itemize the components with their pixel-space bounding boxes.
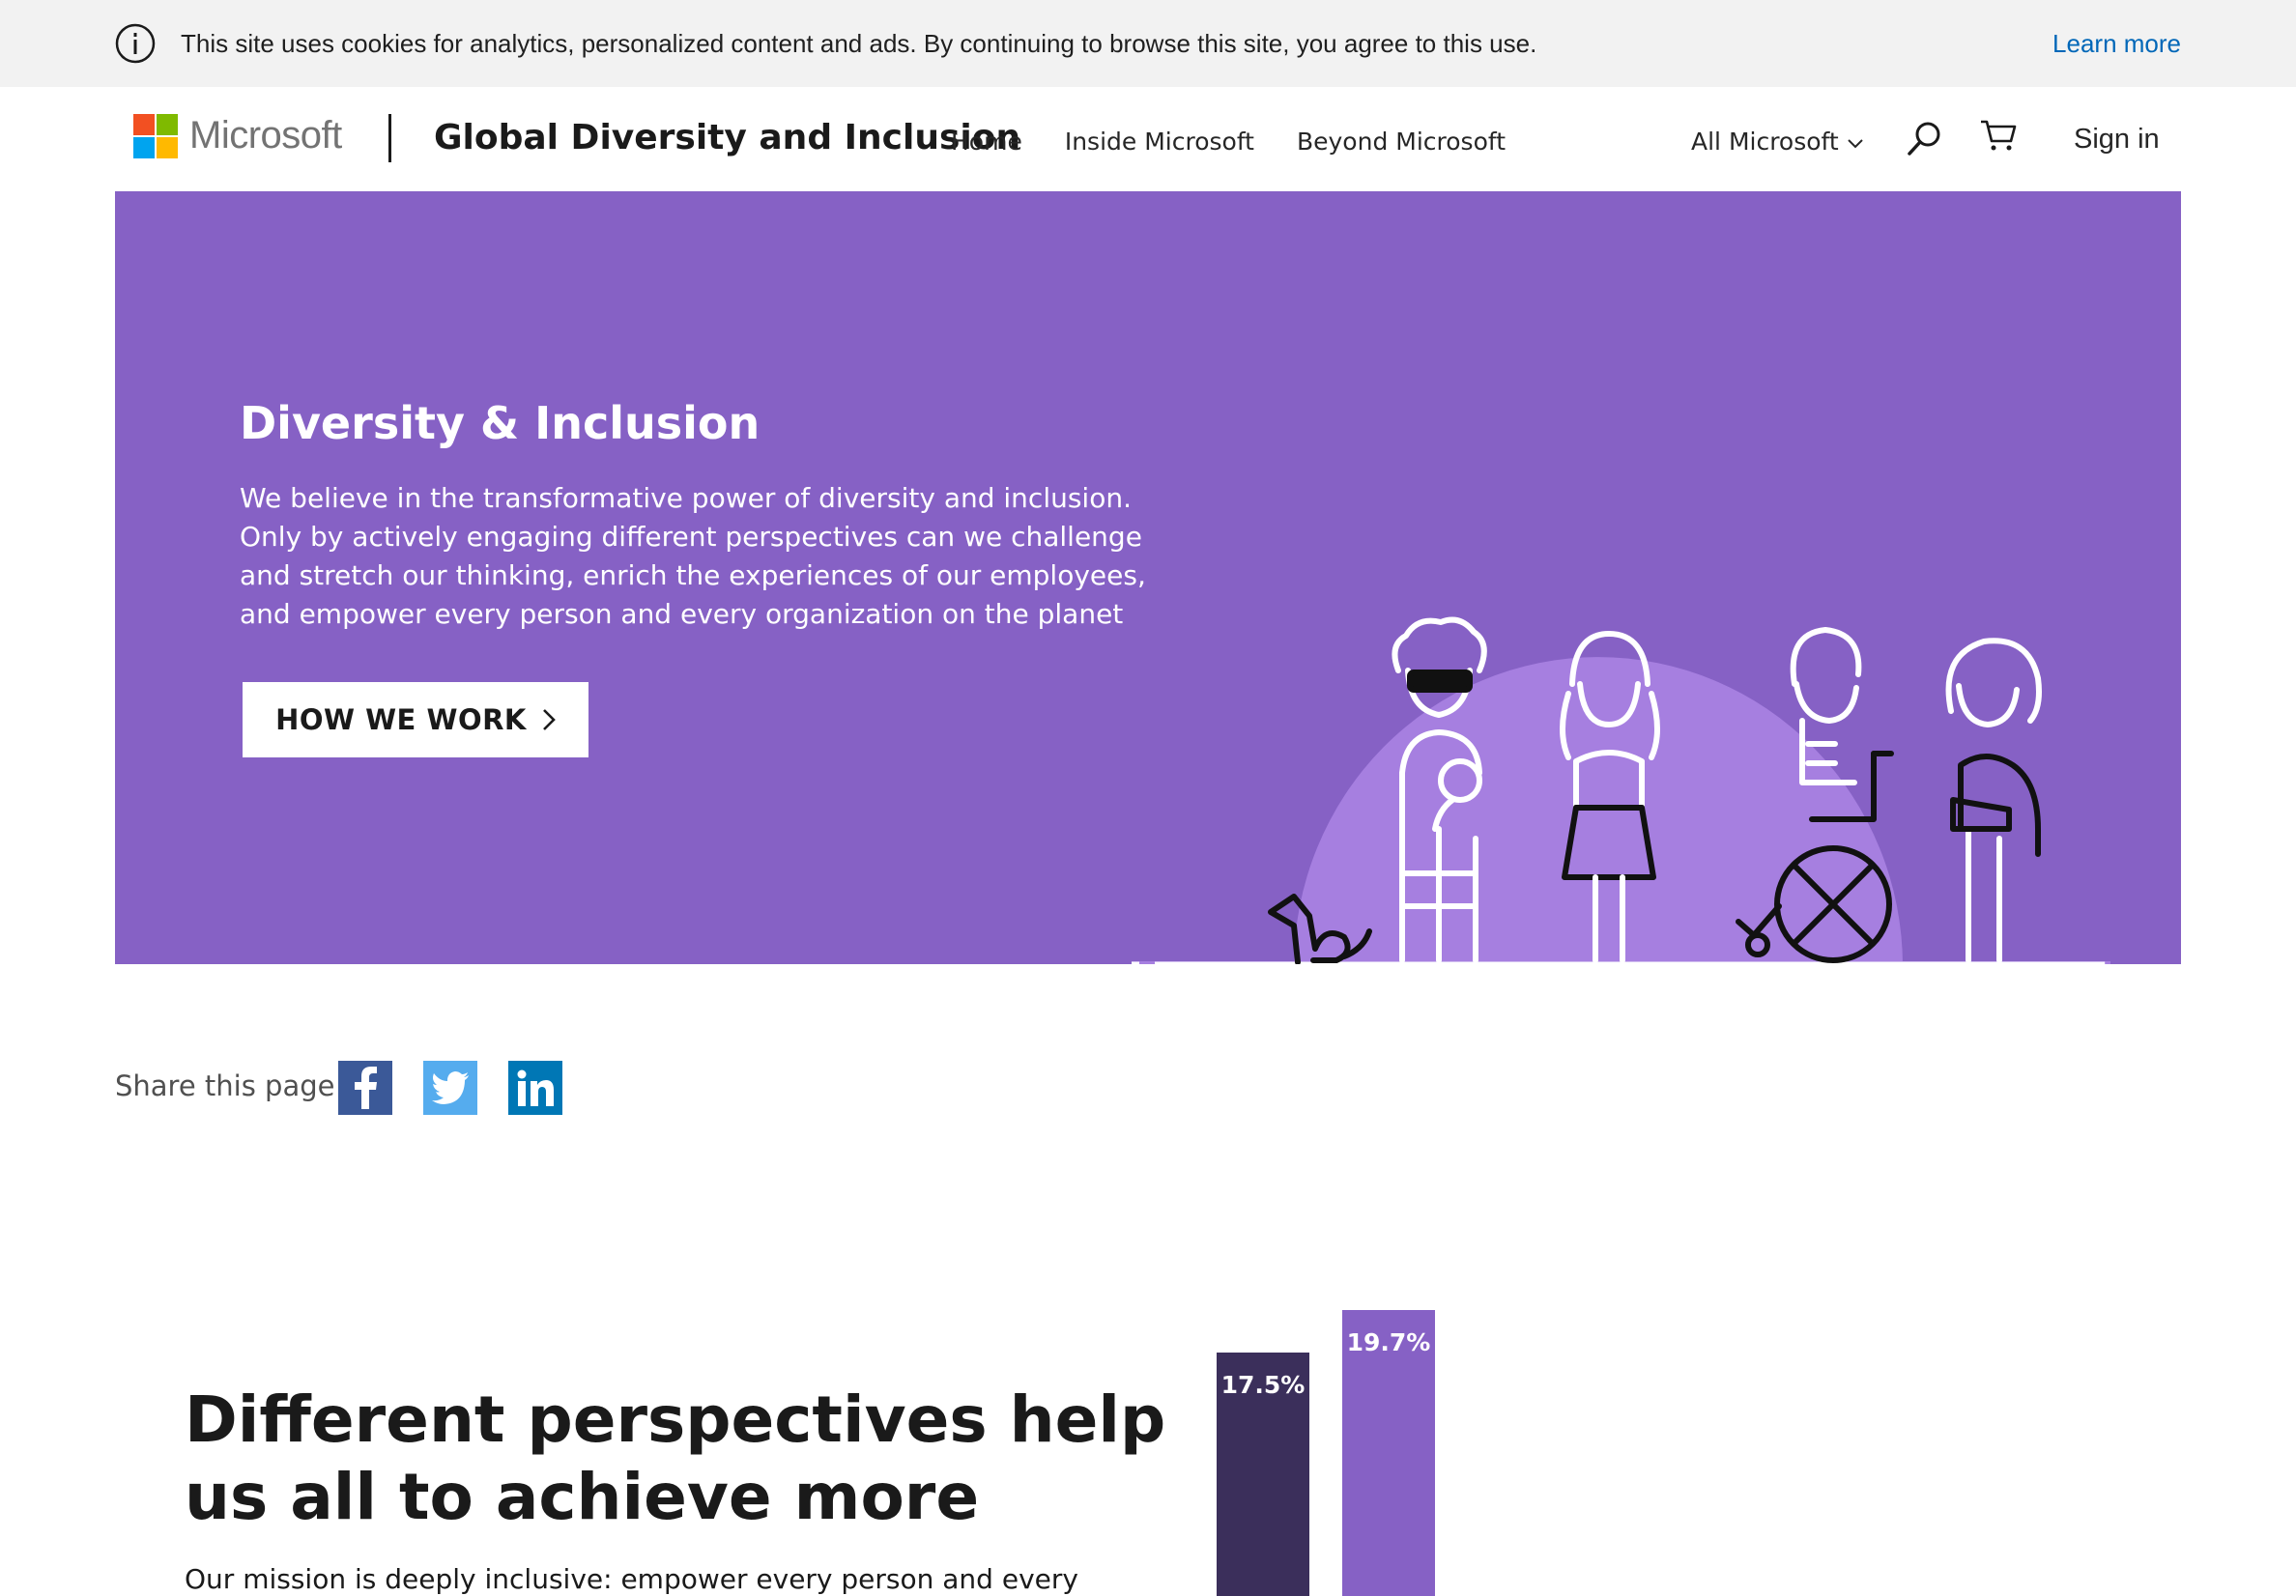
hero-text-line: and stretch our thinking, enrich the exp… bbox=[240, 559, 1146, 591]
mission-title-line: us all to achieve more bbox=[185, 1460, 980, 1534]
main-nav: Home Inside Microsoft Beyond Microsoft bbox=[951, 128, 1506, 156]
chart-data-label: 17.5% bbox=[1221, 1371, 1306, 1399]
facebook-icon bbox=[355, 1067, 377, 1109]
hero-banner: Diversity & Inclusion We believe in the … bbox=[115, 191, 2181, 964]
nav-home[interactable]: Home bbox=[951, 128, 1022, 156]
search-icon[interactable] bbox=[1906, 120, 1942, 158]
cookie-banner: This site uses cookies for analytics, pe… bbox=[0, 0, 2296, 87]
cart-icon[interactable] bbox=[1979, 118, 2018, 153]
linkedin-icon bbox=[517, 1069, 554, 1106]
hero-title: Diversity & Inclusion bbox=[240, 397, 761, 449]
cookie-message: This site uses cookies for analytics, pe… bbox=[181, 29, 1537, 58]
chevron-right-icon bbox=[543, 709, 556, 730]
nav-beyond-microsoft[interactable]: Beyond Microsoft bbox=[1297, 128, 1506, 156]
representation-bar-chart: 17.5% 19.7% bbox=[1217, 1310, 1435, 1596]
hero-text-line: Only by actively engaging different pers… bbox=[240, 521, 1142, 553]
how-we-work-label: HOW WE WORK bbox=[275, 703, 527, 736]
learn-more-link[interactable]: Learn more bbox=[2052, 29, 2181, 59]
mission-title-line: Different perspectives help bbox=[185, 1382, 1166, 1457]
twitter-share-button[interactable] bbox=[423, 1061, 477, 1115]
header-divider bbox=[388, 114, 391, 162]
hero-text-line: and empower every person and every organ… bbox=[240, 598, 1124, 630]
share-label: Share this page bbox=[115, 1069, 335, 1102]
site-header: Microsoft Global Diversity and Inclusion… bbox=[0, 87, 2296, 191]
microsoft-wordmark: Microsoft bbox=[189, 114, 342, 157]
facebook-share-button[interactable] bbox=[338, 1061, 392, 1115]
chevron-down-icon bbox=[1848, 139, 1863, 149]
nav-inside-microsoft[interactable]: Inside Microsoft bbox=[1065, 128, 1254, 156]
linkedin-share-button[interactable] bbox=[508, 1061, 562, 1115]
all-microsoft-label: All Microsoft bbox=[1691, 128, 1839, 156]
sign-in-link[interactable]: Sign in bbox=[2074, 124, 2160, 156]
all-microsoft-menu[interactable]: All Microsoft bbox=[1691, 128, 1864, 156]
info-icon bbox=[115, 23, 156, 64]
people-illustration bbox=[1132, 616, 2110, 964]
microsoft-logo-icon bbox=[133, 114, 180, 160]
mission-text: Our mission is deeply inclusive: empower… bbox=[185, 1563, 1078, 1595]
hero-text-line: We believe in the transformative power o… bbox=[240, 482, 1132, 514]
chart-data-label: 19.7% bbox=[1347, 1328, 1431, 1356]
mission-title: Different perspectives help us all to ac… bbox=[185, 1382, 1166, 1536]
site-title[interactable]: Global Diversity and Inclusion bbox=[434, 118, 1020, 157]
hero-description: We believe in the transformative power o… bbox=[240, 479, 1146, 634]
twitter-icon bbox=[432, 1071, 469, 1104]
how-we-work-button[interactable]: HOW WE WORK bbox=[243, 682, 588, 757]
